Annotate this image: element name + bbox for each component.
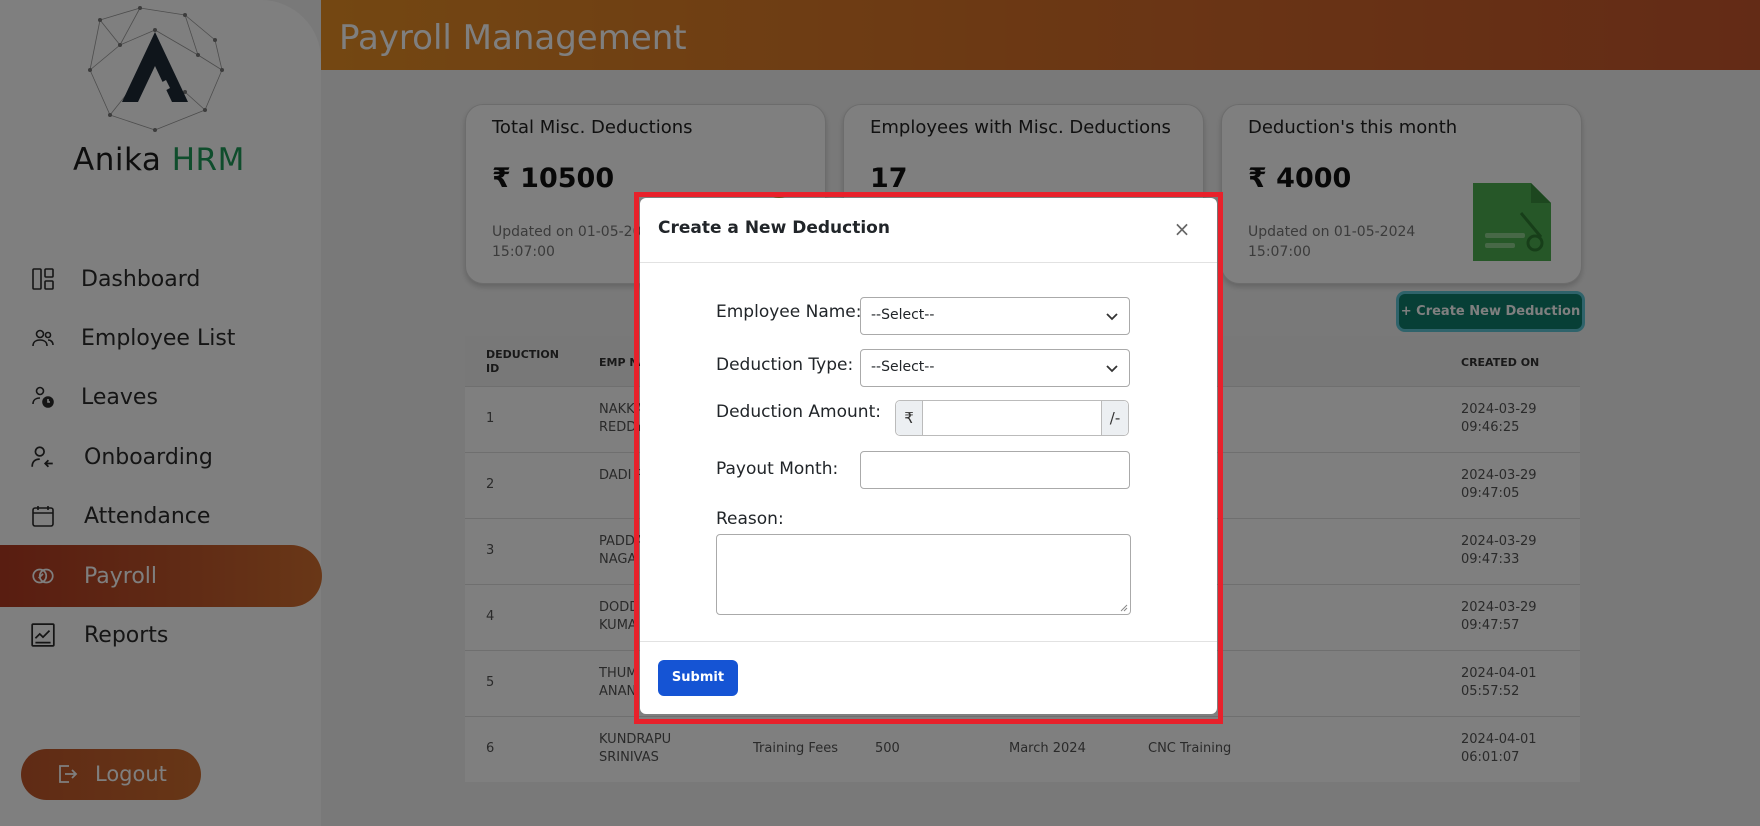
reason-label: Reason: [716, 509, 784, 529]
deduction-type-select[interactable]: --Select-- [860, 349, 1130, 387]
employee-name-select[interactable]: --Select-- [860, 297, 1130, 335]
modal-header-divider [640, 262, 1217, 263]
modal-footer-divider [640, 641, 1217, 642]
deduction-type-value: --Select-- [871, 359, 935, 375]
reason-textarea[interactable] [716, 534, 1131, 615]
submit-button[interactable]: Submit [658, 660, 738, 696]
chevron-down-icon [1106, 365, 1118, 373]
close-icon[interactable]: × [1172, 219, 1192, 239]
deduction-amount-input[interactable] [924, 401, 1101, 435]
rupee-prefix: ₹ [896, 401, 923, 435]
submit-label: Submit [671, 670, 725, 685]
resize-grip-icon[interactable] [1120, 604, 1128, 612]
deduction-type-label: Deduction Type: [716, 355, 854, 375]
chevron-down-icon [1106, 313, 1118, 321]
employee-name-label: Employee Name: [716, 302, 862, 322]
payout-month-label: Payout Month: [716, 459, 839, 479]
deduction-amount-label: Deduction Amount: [716, 402, 881, 422]
amount-suffix: /- [1101, 401, 1128, 435]
modal-title: Create a New Deduction [658, 218, 890, 238]
payout-month-input[interactable] [860, 451, 1130, 489]
create-deduction-modal: Create a New Deduction × Employee Name: … [640, 198, 1217, 714]
deduction-amount-group: ₹ /- [895, 400, 1129, 436]
employee-name-value: --Select-- [871, 307, 935, 323]
